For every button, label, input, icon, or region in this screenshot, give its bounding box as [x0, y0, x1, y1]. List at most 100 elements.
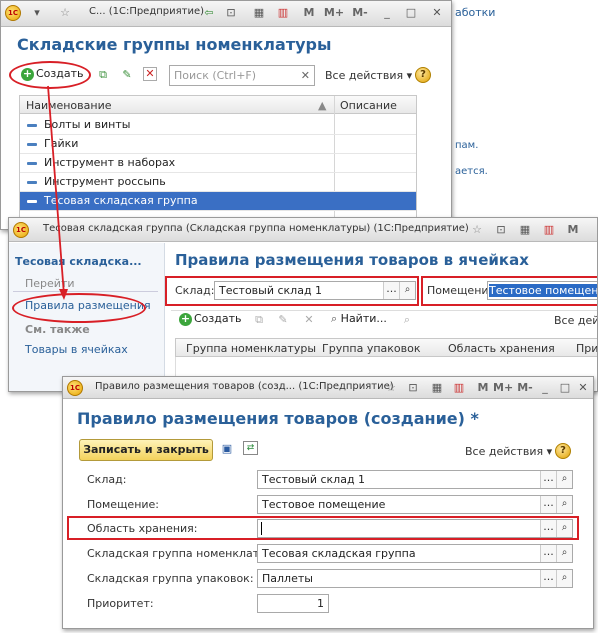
memory-m-button[interactable]: M [565, 222, 581, 238]
calendar-icon[interactable]: ▥ [275, 5, 291, 21]
calendar-icon[interactable]: ▥ [451, 380, 467, 396]
close-icon[interactable]: ✕ [575, 380, 591, 396]
help-icon[interactable]: ? [555, 443, 571, 459]
edit-icon[interactable]: ✎ [119, 67, 135, 83]
pom-field[interactable]: Тестовое помещение [487, 281, 597, 300]
select-button[interactable]: ... [540, 471, 556, 488]
select-button[interactable]: ... [383, 282, 399, 299]
all-actions-menu[interactable]: Все действия ▾ [465, 445, 552, 458]
text-cursor [261, 522, 262, 535]
sort-icon[interactable]: ▲ [318, 99, 326, 112]
select-button[interactable]: ... [540, 520, 556, 537]
search-placeholder: Поиск (Ctrl+F) [174, 69, 257, 82]
memory-mplus-button[interactable]: M+ [493, 380, 513, 396]
col-header[interactable]: Группа упаковок [322, 342, 421, 355]
maximize-icon[interactable]: □ [557, 380, 573, 396]
cancel-find-icon[interactable]: ⌕ [399, 312, 415, 328]
delete-icon[interactable]: ✕ [143, 67, 157, 81]
copy-icon[interactable]: ⧉ [95, 67, 111, 83]
minimize-icon[interactable]: _ [379, 5, 395, 21]
maximize-icon[interactable]: □ [403, 5, 419, 21]
search-icon[interactable]: ⌕ [556, 520, 572, 537]
search-icon[interactable]: ⌕ [556, 471, 572, 488]
item-icon [27, 200, 37, 203]
table-row[interactable]: Гайки [20, 135, 416, 154]
search-icon[interactable]: ⌕ [399, 282, 415, 299]
help-icon[interactable]: ? [415, 67, 431, 83]
bookmark-icon[interactable]: ⊡ [223, 5, 239, 21]
clear-search-icon[interactable]: ✕ [301, 66, 310, 85]
all-actions-menu[interactable]: Все действия ▾ [325, 69, 412, 82]
window-title: Тесовая складская группа (Складская груп… [43, 223, 469, 234]
minimize-icon[interactable]: _ [537, 380, 553, 396]
app-logo-icon[interactable]: 1C [13, 222, 29, 238]
delete-icon[interactable]: ✕ [301, 312, 317, 328]
col-header-name[interactable]: Наименование [26, 99, 111, 112]
col-header[interactable]: Группа номенклатуры [186, 342, 316, 355]
goto-section: Перейти [25, 277, 75, 290]
menu-icon[interactable]: ▾ [29, 5, 45, 21]
col-header[interactable]: При [576, 342, 597, 355]
find-icon: ⌕ [331, 312, 338, 325]
close-icon[interactable]: ✕ [429, 5, 445, 21]
app-logo-icon[interactable]: 1C [67, 380, 83, 396]
calculator-icon[interactable]: ▦ [517, 222, 533, 238]
memory-mminus-button[interactable]: M- [349, 5, 371, 21]
post-icon[interactable]: ⇄ [243, 441, 258, 455]
select-button[interactable]: ... [540, 570, 556, 587]
calculator-icon[interactable]: ▦ [429, 380, 445, 396]
select-button[interactable]: ... [540, 545, 556, 562]
create-button[interactable]: + Создать [179, 310, 242, 330]
priority-field[interactable]: 1 [257, 594, 329, 613]
save-close-button[interactable]: Записать и закрыть [79, 439, 213, 461]
table-row[interactable]: Болты и винты [20, 116, 416, 135]
edit-icon[interactable]: ✎ [275, 312, 291, 328]
select-button[interactable]: ... [540, 496, 556, 513]
col-header-desc[interactable]: Описание [340, 99, 397, 112]
package-group-field[interactable]: Паллеты ... ⌕ [257, 569, 573, 588]
memory-mminus-button[interactable]: M- [515, 380, 535, 396]
sklad-field[interactable]: Тестовый склад 1 ... ⌕ [214, 281, 416, 300]
app-logo-icon[interactable]: 1C [5, 5, 21, 21]
save-icon[interactable]: ▣ [219, 441, 235, 457]
bookmark-icon[interactable]: ⊡ [405, 380, 421, 396]
search-input[interactable]: Поиск (Ctrl+F) ✕ [169, 65, 315, 86]
search-icon[interactable]: ⌕ [556, 570, 572, 587]
table-row[interactable]: Инструмент в наборах [20, 154, 416, 173]
memory-mplus-button[interactable]: M+ [323, 5, 345, 21]
find-button[interactable]: ⌕ Найти... [331, 310, 387, 330]
star-icon[interactable]: ☆ [469, 222, 485, 238]
search-icon[interactable]: ⌕ [556, 496, 572, 513]
save-close-label: Записать и закрыть [83, 443, 209, 456]
nomenclature-group-field[interactable]: Тесовая складская группа ... ⌕ [257, 544, 573, 563]
priority-value: 1 [317, 597, 324, 610]
sklad-field[interactable]: Тестовый склад 1 ... ⌕ [257, 470, 573, 489]
memory-m-button[interactable]: M [475, 380, 491, 396]
table-row[interactable]: Инструмент россыпь [20, 173, 416, 192]
page-title: Правила размещения товаров в ячейках [175, 251, 529, 269]
row-name: Инструмент россыпь [44, 175, 166, 188]
search-icon[interactable]: ⌕ [556, 545, 572, 562]
col-header[interactable]: Область хранения [448, 342, 555, 355]
bookmark-icon[interactable]: ⊡ [493, 222, 509, 238]
calendar-icon[interactable]: ▥ [541, 222, 557, 238]
pom-label: Помещение: [87, 498, 160, 511]
see-also-section: См. также [25, 323, 90, 336]
copy-icon[interactable]: ⧉ [251, 312, 267, 328]
star-icon[interactable]: ☆ [383, 380, 399, 396]
table-row[interactable]: Тесовая складская группа [20, 192, 416, 211]
storage-area-field[interactable]: ... ⌕ [257, 519, 573, 538]
package-group-value: Паллеты [262, 572, 313, 585]
calculator-icon[interactable]: ▦ [251, 5, 267, 21]
table-header: Наименование ▲ Описание [19, 95, 417, 114]
memory-m-button[interactable]: M [301, 5, 317, 21]
window-title: Правило размещения товаров (созд... (1С:… [95, 381, 394, 392]
goods-link[interactable]: Товары в ячейках [25, 343, 128, 356]
window-warehouse-groups: 1C ▾ ☆ С... (1С:Предприятие) ⇦ ⊡ ▦ ▥ M M… [0, 0, 452, 230]
highlight-rules-link [12, 293, 146, 323]
star-icon[interactable]: ☆ [57, 5, 73, 21]
all-actions-menu[interactable]: Все дейс [554, 314, 597, 327]
pom-field[interactable]: Тестовое помещение ... ⌕ [257, 495, 573, 514]
nomenclature-group-label: Складская группа номенклатуры: [87, 547, 286, 560]
back-icon[interactable]: ⇦ [201, 5, 217, 21]
